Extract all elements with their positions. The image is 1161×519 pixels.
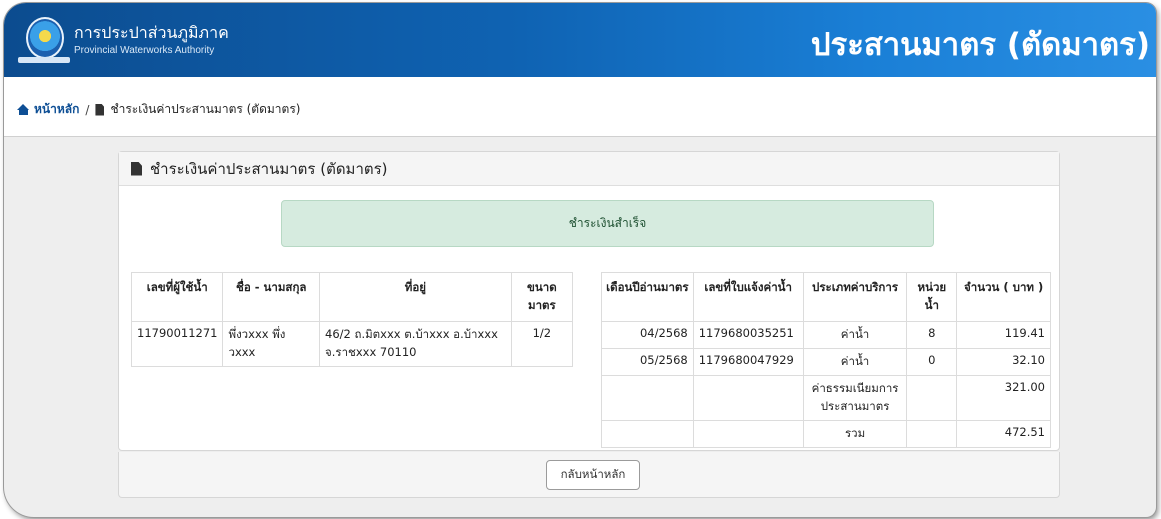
success-alert: ชำระเงินสำเร็จ xyxy=(281,200,934,247)
col-amount: จำนวน ( บาท ) xyxy=(956,272,1051,322)
cell-user-no: 11790011271 xyxy=(130,321,224,367)
breadcrumb: หน้าหลัก / ชำระเงินค่าประสานมาตร (ตัดมาต… xyxy=(17,100,300,119)
cell-month xyxy=(601,375,694,421)
cell-bill-no xyxy=(692,420,804,448)
cell-meter-size: 1/2 xyxy=(510,321,574,367)
card-footer: กลับหน้าหลัก xyxy=(118,452,1060,498)
payment-card: ชำระเงินค่าประสานมาตร (ตัดมาตร) ชำระเงิน… xyxy=(118,151,1060,451)
breadcrumb-current: ชำระเงินค่าประสานมาตร (ตัดมาตร) xyxy=(110,102,301,116)
cell-type: ค่าน้ำ xyxy=(802,348,908,376)
cell-units xyxy=(906,375,958,421)
page-heading: ประสานมาตร (ตัดมาตร) xyxy=(810,27,1150,63)
col-user-no: เลขที่ผู้ใช้น้ำ xyxy=(130,272,224,322)
customer-table: เลขที่ผู้ใช้น้ำ ชื่อ - นามสกุล ที่อยู่ ข… xyxy=(130,272,574,367)
table-row: รวม 472.51 xyxy=(601,420,1051,448)
table-row: 05/2568 1179680047929 ค่าน้ำ 0 32.10 xyxy=(601,348,1051,376)
card-header: ชำระเงินค่าประสานมาตร (ตัดมาตร) xyxy=(119,152,1059,186)
header-bar: การประปาส่วนภูมิภาค Provincial Waterwork… xyxy=(4,3,1156,77)
breadcrumb-home-link[interactable]: หน้าหลัก xyxy=(17,100,79,119)
cell-amount: 321.00 xyxy=(956,375,1051,421)
col-units: หน่วยน้ำ xyxy=(906,272,958,322)
cell-bill-no xyxy=(692,375,804,421)
cell-units: 0 xyxy=(906,348,958,376)
cell-month xyxy=(601,420,694,448)
file-icon xyxy=(95,103,105,116)
col-bill-no: เลขที่ใบแจ้งค่าน้ำ xyxy=(692,272,804,322)
org-name-thai: การประปาส่วนภูมิภาค xyxy=(74,23,229,42)
org-name-english: Provincial Waterworks Authority xyxy=(74,45,215,56)
cell-name: พึ่งวxxx พึ่ง วxxx xyxy=(222,321,320,367)
home-icon xyxy=(17,104,30,115)
col-service-type: ประเภทค่าบริการ xyxy=(802,272,908,322)
cell-address: 46/2 ถ.มิตxxx ต.บ้าxxx อ.บ้าxxx จ.ราชxxx… xyxy=(319,321,512,367)
cell-amount: 32.10 xyxy=(956,348,1051,376)
billing-table: เดือนปีอ่านมาตร เลขที่ใบแจ้งค่าน้ำ ประเภ… xyxy=(601,272,1051,448)
cell-type: ค่าธรรมเนียมการประสานมาตร xyxy=(802,375,908,421)
cell-bill-no: 1179680035251 xyxy=(692,321,804,349)
cell-type: ค่าน้ำ xyxy=(802,321,908,349)
cell-month: 04/2568 xyxy=(601,321,694,349)
col-meter-size: ขนาดมาตร xyxy=(510,272,574,322)
col-read-month: เดือนปีอ่านมาตร xyxy=(601,272,694,322)
col-name: ชื่อ - นามสกุล xyxy=(222,272,320,322)
table-row: 11790011271 พึ่งวxxx พึ่ง วxxx 46/2 ถ.มิ… xyxy=(130,321,574,367)
cell-month: 05/2568 xyxy=(601,348,694,376)
breadcrumb-bar: หน้าหลัก / ชำระเงินค่าประสานมาตร (ตัดมาต… xyxy=(4,77,1156,137)
card-title: ชำระเงินค่าประสานมาตร (ตัดมาตร) xyxy=(150,159,388,178)
breadcrumb-home-label: หน้าหลัก xyxy=(34,102,80,116)
cell-units: 8 xyxy=(906,321,958,349)
file-icon xyxy=(131,161,142,176)
billing-table-header: เดือนปีอ่านมาตร เลขที่ใบแจ้งค่าน้ำ ประเภ… xyxy=(601,272,1051,322)
cell-bill-no: 1179680047929 xyxy=(692,348,804,376)
col-address: ที่อยู่ xyxy=(319,272,512,322)
cell-amount: 119.41 xyxy=(956,321,1051,349)
pwa-logo xyxy=(26,17,64,59)
logo-caption-bar xyxy=(18,57,70,63)
cell-amount: 472.51 xyxy=(956,420,1051,448)
table-row: ค่าธรรมเนียมการประสานมาตร 321.00 xyxy=(601,375,1051,421)
breadcrumb-separator: / xyxy=(85,102,90,117)
back-to-home-button[interactable]: กลับหน้าหลัก xyxy=(546,460,640,490)
screen-frame: การประปาส่วนภูมิภาค Provincial Waterwork… xyxy=(4,3,1156,517)
cell-units xyxy=(906,420,958,448)
customer-table-header: เลขที่ผู้ใช้น้ำ ชื่อ - นามสกุล ที่อยู่ ข… xyxy=(130,272,574,322)
cell-type: รวม xyxy=(802,420,908,448)
table-row: 04/2568 1179680035251 ค่าน้ำ 8 119.41 xyxy=(601,321,1051,349)
